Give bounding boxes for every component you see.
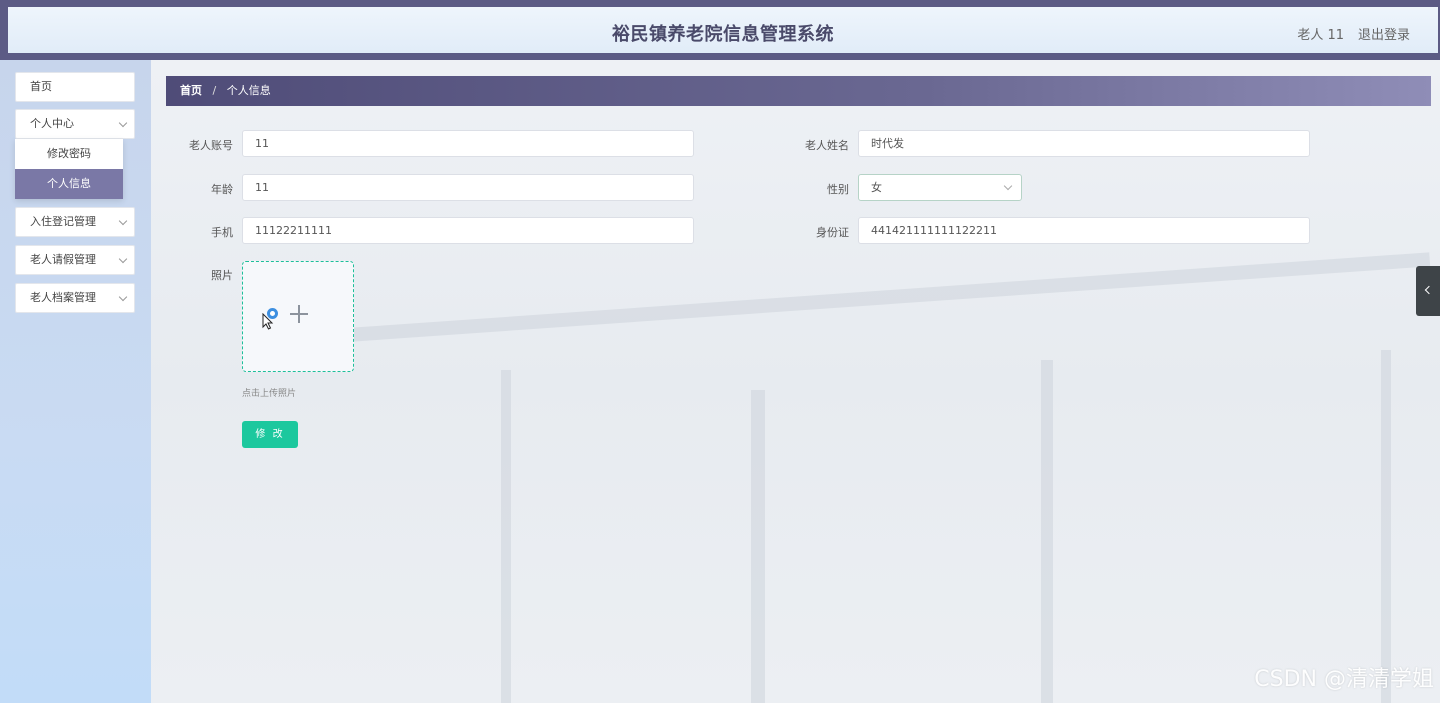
personal-center-submenu: 修改密码 个人信息 — [15, 139, 123, 199]
chevron-down-icon — [118, 254, 128, 264]
sidebar-item-home[interactable]: 首页 — [15, 72, 135, 102]
sidebar-item-label: 首页 — [30, 80, 52, 93]
sidebar-item-label: 老人请假管理 — [30, 253, 96, 266]
submenu-item-personal-info[interactable]: 个人信息 — [15, 169, 123, 199]
background-decoration — [1381, 350, 1391, 703]
plus-icon — [290, 305, 308, 323]
mouse-cursor-icon — [262, 313, 274, 330]
background-decoration — [351, 252, 1431, 342]
gender-label: 性别 — [827, 183, 849, 196]
chevron-down-icon — [118, 216, 128, 226]
id-card-label: 身份证 — [816, 226, 849, 239]
chevron-down-icon — [118, 118, 128, 128]
upload-hint: 点击上传照片 — [242, 389, 297, 399]
main-content: 首页 / 个人信息 老人账号 11 老人姓名 时代发 年龄 11 性别 女 手机… — [151, 60, 1440, 703]
logout-link[interactable]: 退出登录 — [1358, 24, 1410, 43]
background-decoration — [1041, 360, 1053, 703]
background-decoration — [501, 370, 511, 703]
chevron-down-icon — [118, 292, 128, 302]
header-panel: 裕民镇养老院信息管理系统 老人 11 退出登录 — [8, 7, 1438, 53]
gender-select[interactable]: 女 — [858, 174, 1022, 201]
phone-field[interactable]: 11122211111 — [242, 217, 694, 244]
sidebar-item-label: 个人中心 — [30, 117, 74, 130]
current-user-label: 老人 11 — [1297, 28, 1344, 43]
sidebar-item-archive-management[interactable]: 老人档案管理 — [15, 283, 135, 313]
sidebar: 首页 个人中心 修改密码 个人信息 入住登记管理 老人请假管理 老人档案管理 — [0, 60, 151, 703]
photo-label: 照片 — [211, 269, 233, 282]
chevron-down-icon — [1003, 181, 1013, 191]
id-card-field[interactable]: 441421111111122211 — [858, 217, 1310, 244]
gender-select-value: 女 — [871, 181, 882, 194]
phone-label: 手机 — [211, 226, 233, 239]
sidebar-item-personal-center[interactable]: 个人中心 — [15, 109, 135, 139]
account-label: 老人账号 — [189, 139, 233, 152]
account-field[interactable]: 11 — [242, 130, 694, 157]
age-field[interactable]: 11 — [242, 174, 694, 201]
sidebar-item-checkin-management[interactable]: 入住登记管理 — [15, 207, 135, 237]
sidebar-item-label: 入住登记管理 — [30, 215, 96, 228]
name-label: 老人姓名 — [805, 139, 849, 152]
breadcrumb-current: 个人信息 — [226, 84, 271, 97]
breadcrumb-separator: / — [212, 84, 217, 97]
update-button[interactable]: 修 改 — [242, 421, 298, 448]
watermark: CSDN @清清学姐 — [1254, 667, 1434, 692]
sidebar-item-leave-management[interactable]: 老人请假管理 — [15, 245, 135, 275]
background-decoration — [751, 390, 765, 703]
breadcrumb-home[interactable]: 首页 — [180, 84, 202, 97]
side-panel-toggle[interactable] — [1416, 266, 1440, 316]
top-header: 裕民镇养老院信息管理系统 老人 11 退出登录 — [0, 0, 1440, 60]
photo-upload[interactable] — [242, 261, 354, 372]
sidebar-item-label: 老人档案管理 — [30, 291, 96, 304]
breadcrumb: 首页 / 个人信息 — [166, 76, 1431, 106]
chevron-left-icon — [1424, 285, 1434, 295]
age-label: 年龄 — [211, 183, 233, 196]
app-title: 裕民镇养老院信息管理系统 — [612, 24, 834, 45]
name-field[interactable]: 时代发 — [858, 130, 1310, 157]
submenu-item-change-password[interactable]: 修改密码 — [15, 139, 123, 169]
